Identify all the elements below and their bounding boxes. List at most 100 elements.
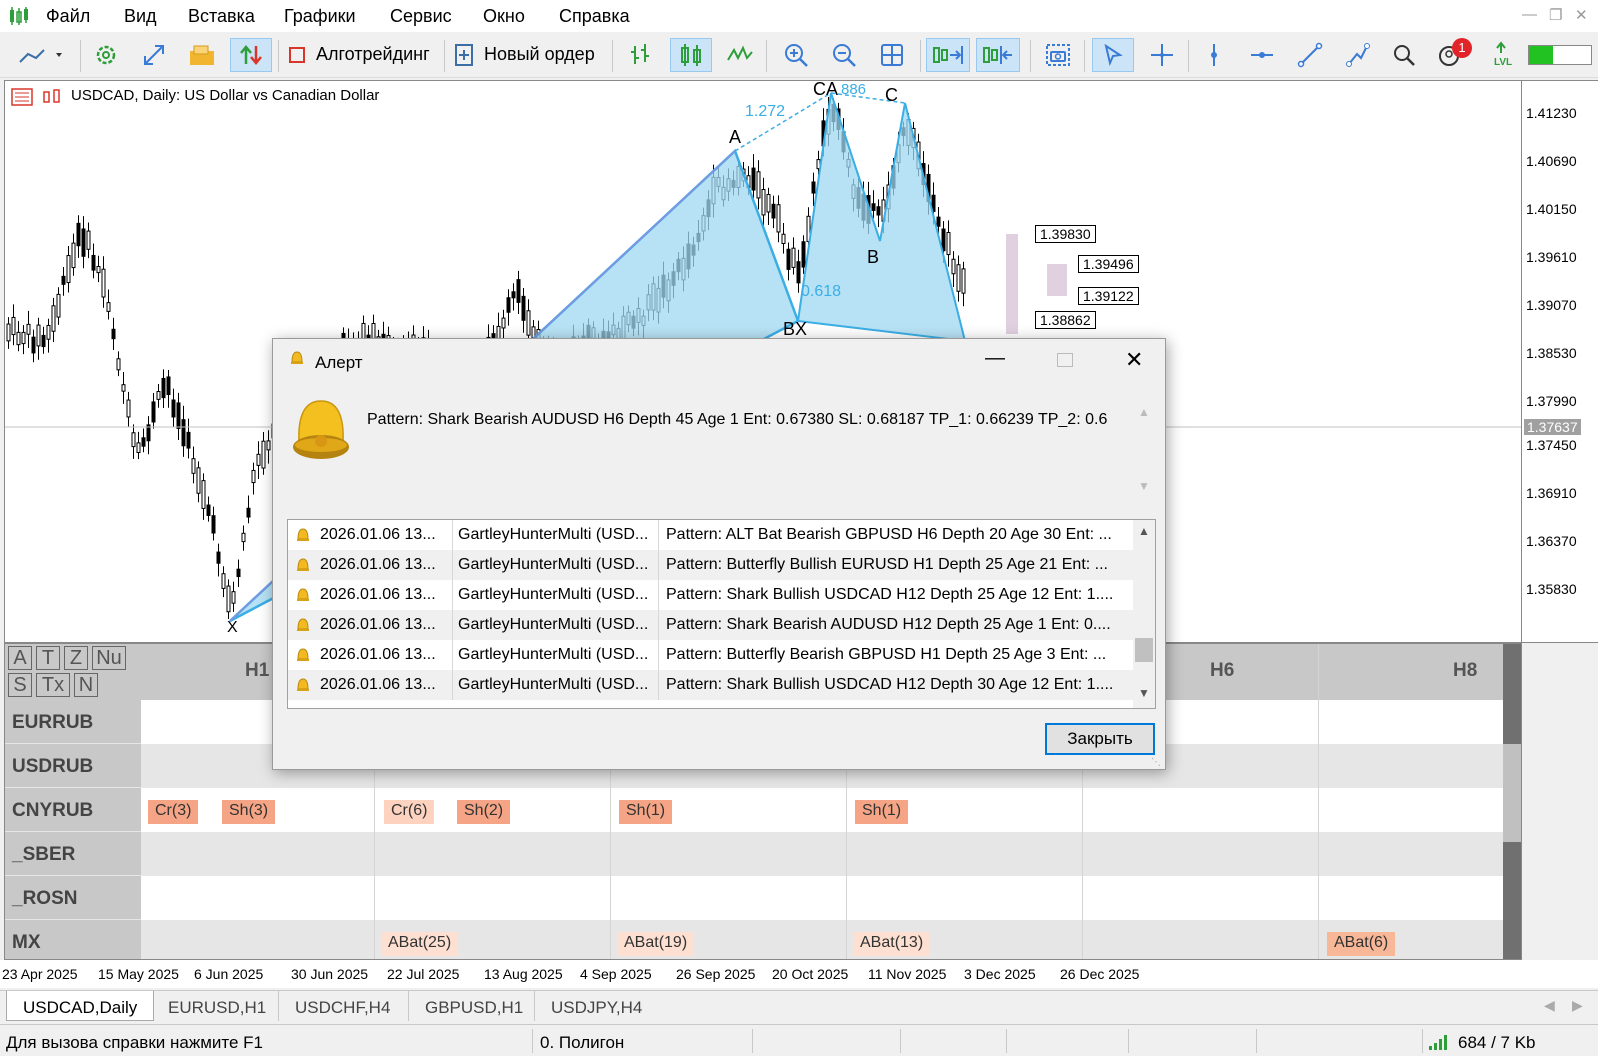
tab-usdcad-daily[interactable]: USDCAD,Daily xyxy=(6,991,155,1021)
zoom-out-button[interactable] xyxy=(826,38,862,72)
alert-close-icon[interactable]: ✕ xyxy=(1125,347,1143,373)
filter-button-a[interactable]: A xyxy=(8,646,32,670)
row-label-cnyrub[interactable]: CNYRUB xyxy=(5,788,141,832)
profiles-button[interactable] xyxy=(184,38,220,72)
filter-button-n[interactable]: N xyxy=(74,673,98,697)
list-scroll-down-icon[interactable]: ▼ xyxy=(1138,686,1150,700)
filter-button-s[interactable]: S xyxy=(8,673,32,697)
restore-icon[interactable]: ❐ xyxy=(1549,6,1562,24)
chart-menu-icon[interactable] xyxy=(11,88,33,106)
pattern-tag[interactable]: ABat(6) xyxy=(1327,932,1396,956)
cursor-icon xyxy=(1104,43,1123,67)
menu-view[interactable]: Вид xyxy=(124,6,157,27)
algo-trading-toggle[interactable] xyxy=(286,38,308,72)
tab-gbpusd-h1[interactable]: GBPUSD,H1 xyxy=(408,991,539,1021)
pattern-tag[interactable]: ABat(25) xyxy=(381,932,459,956)
list-item[interactable]: 2026.01.06 13... GartleyHunterMulti (USD… xyxy=(288,640,1133,670)
screenshot-button[interactable] xyxy=(1040,38,1076,72)
crosshair-icon xyxy=(1151,44,1173,66)
tabs-scroll-left-icon[interactable]: ◀ xyxy=(1544,997,1555,1014)
row-label-eurrub[interactable]: EURRUB xyxy=(5,700,141,744)
pattern-tag[interactable]: Sh(2) xyxy=(457,800,511,824)
chart-type-dropdown[interactable] xyxy=(14,38,70,72)
grid-scrollbar-thumb[interactable] xyxy=(1503,744,1521,842)
pattern-tag[interactable]: Cr(6) xyxy=(384,800,435,824)
message-scrollbar[interactable]: ▲ ▼ xyxy=(1133,403,1155,497)
alert-history-list[interactable]: 2026.01.06 13... GartleyHunterMulti (USD… xyxy=(287,519,1156,709)
list-scroll-up-icon[interactable]: ▲ xyxy=(1138,524,1150,538)
candle-body xyxy=(946,232,951,256)
new-order-label[interactable]: Новый ордер xyxy=(484,44,595,65)
column-divider xyxy=(1318,644,1319,959)
tile-windows-button[interactable] xyxy=(874,38,910,72)
pattern-tag[interactable]: ABat(13) xyxy=(853,932,931,956)
expand-button[interactable] xyxy=(136,38,172,72)
search-button[interactable] xyxy=(1386,38,1422,72)
trade-button[interactable] xyxy=(230,38,272,72)
new-order-icon-button[interactable] xyxy=(452,38,476,72)
list-scrollbar[interactable]: ▲ ▼ xyxy=(1133,520,1155,708)
scroll-up-icon[interactable]: ▲ xyxy=(1138,405,1150,419)
algo-trading-label[interactable]: Алготрейдинг xyxy=(316,44,430,65)
pattern-tag[interactable]: Sh(1) xyxy=(855,800,909,824)
line-chart-button[interactable] xyxy=(722,38,758,72)
filter-button-nu[interactable]: Nu xyxy=(92,646,126,670)
menu-file[interactable]: Файл xyxy=(46,6,90,27)
time-tick: 26 Dec 2025 xyxy=(1060,966,1140,982)
horizontal-line-button[interactable] xyxy=(1244,38,1280,72)
trendline-button[interactable] xyxy=(1292,38,1328,72)
alert-maximize-icon[interactable] xyxy=(1057,353,1073,367)
tabs-scroll-right-icon[interactable]: ▶ xyxy=(1572,997,1583,1014)
tab-usdjpy-h4[interactable]: USDJPY,H4 xyxy=(534,991,658,1021)
price-axis: 1.41230 1.40690 1.40150 1.39610 1.39070 … xyxy=(1522,80,1598,643)
candles-icon[interactable] xyxy=(41,88,63,106)
candlestick-button[interactable] xyxy=(670,38,712,72)
bar-chart-button[interactable] xyxy=(622,38,658,72)
close-button[interactable]: Закрыть xyxy=(1045,723,1155,755)
pattern-tag[interactable]: ABat(19) xyxy=(617,932,695,956)
resize-grip-icon[interactable]: ⋱ xyxy=(1151,757,1161,768)
cursor-tool-button[interactable] xyxy=(1092,38,1134,72)
tab-usdchf-h4[interactable]: USDCHF,H4 xyxy=(278,991,406,1021)
chart-shift-button[interactable] xyxy=(976,38,1020,72)
trendline-icon xyxy=(1297,42,1323,68)
zoom-in-button[interactable] xyxy=(778,38,814,72)
pattern-tag[interactable]: Sh(3) xyxy=(222,800,276,824)
bell-icon xyxy=(297,528,309,541)
scroll-down-icon[interactable]: ▼ xyxy=(1138,479,1150,493)
filter-button-t[interactable]: T xyxy=(36,646,60,670)
grid-scrollbar[interactable] xyxy=(1503,644,1521,959)
pattern-tag[interactable]: Sh(1) xyxy=(619,800,673,824)
notifications-button[interactable]: 1 xyxy=(1430,38,1472,72)
lvl-button[interactable]: LVL xyxy=(1486,38,1522,72)
row-label-sber[interactable]: _SBER xyxy=(5,832,141,876)
filter-button-z[interactable]: Z xyxy=(64,646,88,670)
row-label-rosn[interactable]: _ROSN xyxy=(5,876,141,920)
row-label-mx[interactable]: MX xyxy=(5,920,141,959)
auto-scroll-button[interactable] xyxy=(926,38,970,72)
minimize-icon[interactable]: — xyxy=(1522,6,1537,23)
filter-button-tx[interactable]: Tx xyxy=(36,673,70,697)
row-label-usdrub[interactable]: USDRUB xyxy=(5,744,141,788)
pattern-tag[interactable]: Cr(3) xyxy=(148,800,199,824)
menu-window[interactable]: Окно xyxy=(483,6,525,27)
close-icon[interactable]: ✕ xyxy=(1575,6,1588,24)
list-item[interactable]: 2026.01.06 13... GartleyHunterMulti (USD… xyxy=(288,550,1133,580)
tab-eurusd-h1[interactable]: EURUSD,H1 xyxy=(152,991,282,1021)
price-tick: 1.37990 xyxy=(1526,393,1577,409)
strategy-tester-button[interactable] xyxy=(88,38,124,72)
list-item[interactable]: 2026.01.06 13... GartleyHunterMulti (USD… xyxy=(288,670,1133,700)
list-item[interactable]: 2026.01.06 13... GartleyHunterMulti (USD… xyxy=(288,520,1133,550)
list-item[interactable]: 2026.01.06 13... GartleyHunterMulti (USD… xyxy=(288,610,1133,640)
vertical-line-button[interactable] xyxy=(1196,38,1232,72)
alert-minimize-icon[interactable]: — xyxy=(985,347,1005,370)
shapes-button[interactable] xyxy=(1340,38,1376,72)
menu-tools[interactable]: Сервис xyxy=(390,6,452,27)
line-chart-icon xyxy=(19,49,62,63)
menu-insert[interactable]: Вставка xyxy=(188,6,255,27)
list-scrollbar-thumb[interactable] xyxy=(1135,638,1153,662)
crosshair-button[interactable] xyxy=(1144,38,1180,72)
menu-help[interactable]: Справка xyxy=(559,6,630,27)
list-item[interactable]: 2026.01.06 13... GartleyHunterMulti (USD… xyxy=(288,580,1133,610)
menu-charts[interactable]: Графики xyxy=(284,6,356,27)
